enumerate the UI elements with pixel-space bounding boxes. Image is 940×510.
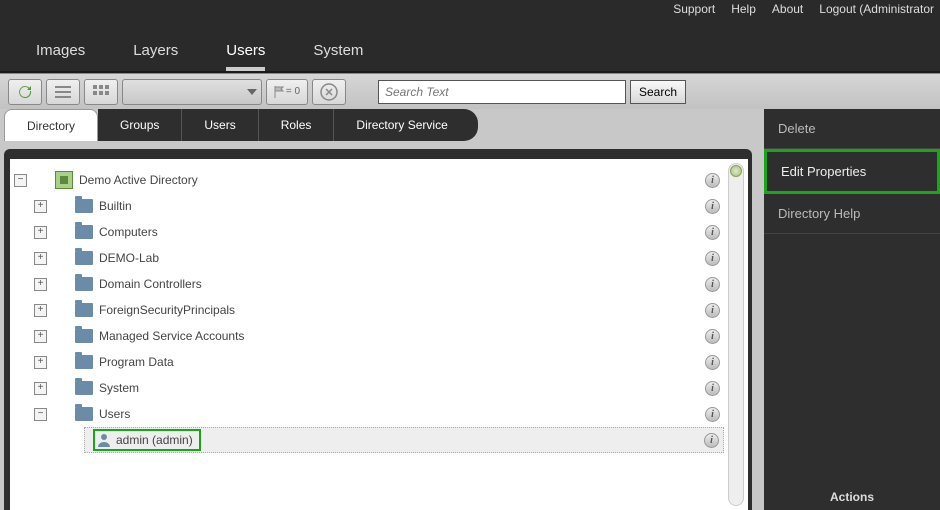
refresh-button[interactable] [8, 79, 42, 105]
tree-panel: − Demo Active Directory i + Builtin i [10, 159, 748, 510]
grid-icon [93, 85, 109, 99]
action-delete[interactable]: Delete [764, 109, 940, 149]
folder-icon [75, 277, 93, 291]
tree-node[interactable]: + DEMO-Lab i [14, 245, 748, 271]
folder-icon [75, 381, 93, 395]
link-logout[interactable]: Logout (Administrator [819, 2, 934, 16]
list-icon [55, 85, 71, 99]
actions-panel: Delete Edit Properties Directory Help Ac… [764, 109, 940, 510]
info-icon[interactable]: i [705, 381, 720, 396]
expand-toggle[interactable]: + [34, 278, 47, 291]
expand-toggle[interactable]: + [34, 226, 47, 239]
folder-icon [75, 407, 93, 421]
tree-node[interactable]: + System i [14, 375, 748, 401]
tree-node-label: Builtin [99, 199, 132, 213]
search-input[interactable] [378, 80, 626, 104]
content-panel: − Demo Active Directory i + Builtin i [4, 149, 752, 510]
search-button[interactable]: Search [630, 80, 686, 104]
tree-node[interactable]: + Domain Controllers i [14, 271, 748, 297]
info-icon[interactable]: i [705, 329, 720, 344]
tree-node[interactable]: + Managed Service Accounts i [14, 323, 748, 349]
action-edit-properties[interactable]: Edit Properties [764, 149, 940, 194]
tree-node-label: Program Data [99, 355, 174, 369]
tree-root-label: Demo Active Directory [79, 173, 198, 187]
user-icon [96, 432, 112, 448]
link-support[interactable]: Support [673, 2, 715, 16]
main-nav: Images Layers Users System [0, 18, 940, 73]
folder-icon [75, 199, 93, 213]
tab-directory-service[interactable]: Directory Service [334, 109, 477, 141]
view-grid-button[interactable] [84, 79, 118, 105]
tree-node-label: Computers [99, 225, 158, 239]
expand-toggle[interactable]: + [34, 382, 47, 395]
main-content: Directory Groups Users Roles Directory S… [0, 109, 764, 510]
tree-node-label: System [99, 381, 139, 395]
folder-icon [75, 329, 93, 343]
info-icon[interactable]: i [705, 173, 720, 188]
expand-toggle[interactable]: + [34, 356, 47, 369]
folder-icon [75, 225, 93, 239]
flag-icon [274, 86, 284, 98]
tree-user-label: admin (admin) [116, 433, 193, 447]
folder-icon [75, 355, 93, 369]
expand-toggle[interactable]: + [34, 200, 47, 213]
folder-icon [75, 303, 93, 317]
tree-node-users[interactable]: − Users i [14, 401, 748, 427]
subtabs: Directory Groups Users Roles Directory S… [4, 109, 764, 141]
toolbar-dropdown[interactable] [122, 79, 262, 105]
directory-tree: − Demo Active Directory i + Builtin i [10, 159, 748, 453]
tree-node[interactable]: + ForeignSecurityPrincipals i [14, 297, 748, 323]
tree-node-label: ForeignSecurityPrincipals [99, 303, 235, 317]
info-icon[interactable]: i [705, 251, 720, 266]
nav-users[interactable]: Users [226, 42, 265, 71]
toolbar: = 0 Search [0, 73, 940, 109]
expand-toggle[interactable]: + [34, 304, 47, 317]
collapse-toggle[interactable]: − [14, 174, 27, 187]
info-icon[interactable]: i [704, 433, 719, 448]
tree-node[interactable]: + Computers i [14, 219, 748, 245]
tab-users[interactable]: Users [182, 109, 258, 141]
link-help[interactable]: Help [731, 2, 756, 16]
info-icon[interactable]: i [705, 355, 720, 370]
folder-icon [75, 251, 93, 265]
nav-system[interactable]: System [313, 42, 363, 71]
nav-layers[interactable]: Layers [133, 42, 178, 71]
topbar: Support Help About Logout (Administrator [0, 0, 940, 18]
expand-toggle[interactable]: + [34, 252, 47, 265]
expand-toggle[interactable]: + [34, 330, 47, 343]
info-icon[interactable]: i [705, 407, 720, 422]
tab-groups[interactable]: Groups [98, 109, 182, 141]
tree-node-label: DEMO-Lab [99, 251, 159, 265]
tab-roles[interactable]: Roles [259, 109, 335, 141]
flag-count-button[interactable]: = 0 [266, 79, 308, 105]
tab-directory[interactable]: Directory [4, 109, 98, 141]
info-icon[interactable]: i [705, 303, 720, 318]
view-list-button[interactable] [46, 79, 80, 105]
tree-node-label: Domain Controllers [99, 277, 202, 291]
info-icon[interactable]: i [705, 277, 720, 292]
refresh-icon [17, 84, 33, 100]
info-icon[interactable]: i [705, 199, 720, 214]
tree-root[interactable]: − Demo Active Directory i [14, 167, 748, 193]
nav-images[interactable]: Images [36, 42, 85, 71]
tree-node-label: Managed Service Accounts [99, 329, 244, 343]
chevron-down-icon [247, 89, 257, 95]
flag-count-label: = 0 [286, 86, 300, 97]
collapse-toggle[interactable]: − [34, 408, 47, 421]
tree-node-label: Users [99, 407, 130, 421]
tree-node[interactable]: + Builtin i [14, 193, 748, 219]
close-circle-icon [320, 83, 338, 101]
link-about[interactable]: About [772, 2, 803, 16]
tree-user-selected[interactable]: admin (admin) i [84, 427, 724, 453]
tree-node[interactable]: + Program Data i [14, 349, 748, 375]
directory-icon [55, 171, 73, 189]
info-icon[interactable]: i [705, 225, 720, 240]
actions-panel-title: Actions [764, 484, 940, 510]
clear-button[interactable] [312, 79, 346, 105]
action-directory-help[interactable]: Directory Help [764, 194, 940, 234]
